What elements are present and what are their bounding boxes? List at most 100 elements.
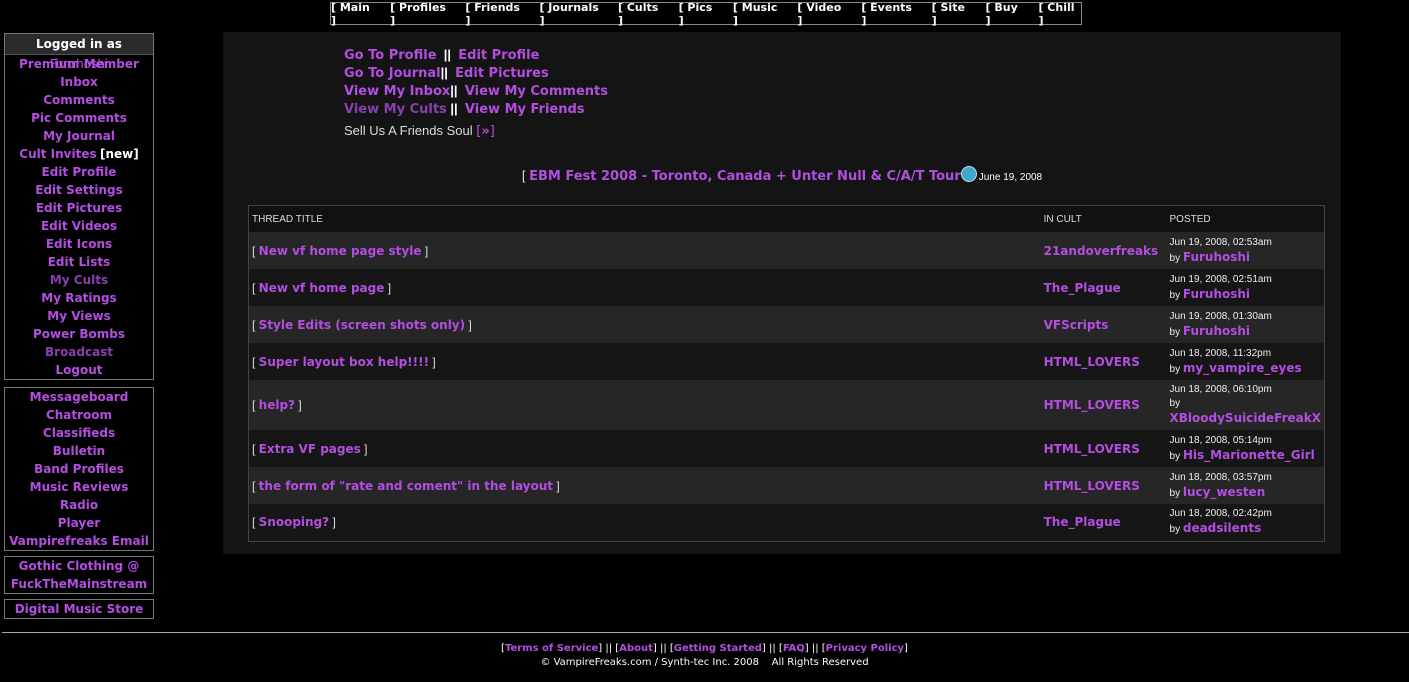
go-to-profile-link[interactable]: Go To Profile <box>344 48 437 63</box>
nav-pics[interactable]: [ Pics ] <box>679 1 719 27</box>
author-link[interactable]: His_Marionette_Girl <box>1183 448 1315 462</box>
table-row: [ New vf home page style ] 21andoverfrea… <box>248 232 1325 269</box>
sidebar-item-player[interactable]: Player <box>5 514 153 532</box>
post-date: Jun 18, 2008, 06:10pm <box>1169 384 1272 395</box>
author-link[interactable]: Furuhoshi <box>1183 324 1250 338</box>
sidebar-item-broadcast[interactable]: Broadcast <box>5 343 153 361</box>
author-link[interactable]: XBloodySuicideFreakX <box>1170 411 1321 425</box>
separator: || <box>450 101 458 116</box>
nav-site[interactable]: [ Site ] <box>932 1 972 27</box>
nav-video[interactable]: [ Video ] <box>797 1 847 27</box>
gothic-clothing-link[interactable]: Gothic Clothing @ <box>5 557 153 575</box>
sidebar-item-edit-settings[interactable]: Edit Settings <box>5 181 153 199</box>
nav-friends[interactable]: [ Friends ] <box>465 1 525 27</box>
cult-link[interactable]: HTML_LOVERS <box>1044 442 1140 456</box>
sell-soul-line: Sell Us A Friends Soul [»] <box>344 123 495 139</box>
news-title-link[interactable]: EBM Fest 2008 - Toronto, Canada + Unter … <box>529 169 961 184</box>
cult-link[interactable]: 21andoverfreaks <box>1044 244 1159 258</box>
sidebar-item-bulletin[interactable]: Bulletin <box>5 442 153 460</box>
footer-link-terms[interactable]: Terms of Service <box>505 643 598 654</box>
community-menu-box: Messageboard Chatroom Classifieds Bullet… <box>4 387 154 551</box>
view-cults-link[interactable]: View My Cults <box>344 102 447 117</box>
footer-link-getting-started[interactable]: Getting Started <box>674 643 762 654</box>
sidebar-item-radio[interactable]: Radio <box>5 496 153 514</box>
nav-main[interactable]: [ Main ] <box>331 1 376 27</box>
sidebar-item-edit-icons[interactable]: Edit Icons <box>5 235 153 253</box>
sidebar-item-my-cults[interactable]: My Cults <box>5 271 153 289</box>
edit-pictures-link[interactable]: Edit Pictures <box>455 66 549 81</box>
header-thread-title: THREAD TITLE <box>248 205 1041 232</box>
sidebar-item-vampirefreaks-email[interactable]: Vampirefreaks Email <box>5 532 153 550</box>
post-date: Jun 18, 2008, 03:57pm <box>1169 471 1272 483</box>
header-posted: POSTED <box>1166 205 1325 232</box>
view-comments-link[interactable]: View My Comments <box>465 84 608 99</box>
footer-link-faq[interactable]: FAQ <box>783 643 805 654</box>
footer-link-about[interactable]: About <box>619 643 653 654</box>
sidebar-item-logout[interactable]: Logout <box>5 361 153 379</box>
thread-title-link[interactable]: help? <box>259 398 295 412</box>
nav-cults[interactable]: [ Cults ] <box>618 1 665 27</box>
nav-music[interactable]: [ Music ] <box>733 1 784 27</box>
thread-title-link[interactable]: Extra VF pages <box>259 442 361 456</box>
sidebar-item-edit-pictures[interactable]: Edit Pictures <box>5 199 153 217</box>
sidebar-item-band-profiles[interactable]: Band Profiles <box>5 460 153 478</box>
sidebar-item-power-bombs[interactable]: Power Bombs <box>5 325 153 343</box>
separator: || <box>443 47 452 62</box>
author-link[interactable]: Furuhoshi <box>1183 250 1250 264</box>
sell-soul-arrow-link[interactable]: » <box>481 124 489 139</box>
by-label: by <box>1169 398 1181 409</box>
nav-events[interactable]: [ Events ] <box>861 1 917 27</box>
table-row: [ Snooping? ] The_Plague Jun 18, 2008, 0… <box>248 504 1325 541</box>
news-headline: [ EBM Fest 2008 - Toronto, Canada + Unte… <box>223 166 1341 184</box>
thread-title-link[interactable]: Style Edits (screen shots only) <box>259 318 465 332</box>
nav-buy[interactable]: [ Buy ] <box>986 1 1025 27</box>
thread-title-link[interactable]: Super layout box help!!!! <box>259 355 429 369</box>
sidebar-item-my-journal[interactable]: My Journal <box>5 127 153 145</box>
fuckthemainstream-link[interactable]: FuckTheMainstream <box>5 575 153 593</box>
sidebar-item-chatroom[interactable]: Chatroom <box>5 406 153 424</box>
cult-link[interactable]: HTML_LOVERS <box>1044 479 1140 493</box>
go-to-journal-link[interactable]: Go To Journal <box>344 66 441 81</box>
footer-links: [Terms of Service] || [About] || [Gettin… <box>501 643 908 654</box>
thread-title-link[interactable]: New vf home page <box>259 281 385 295</box>
sidebar-item-edit-lists[interactable]: Edit Lists <box>5 253 153 271</box>
thread-title-link[interactable]: New vf home page style <box>259 244 422 258</box>
cult-link[interactable]: The_Plague <box>1044 281 1121 295</box>
digital-music-store-link[interactable]: Digital Music Store <box>5 600 153 618</box>
sidebar-item-premium-member[interactable]: Premium Member <box>5 55 153 73</box>
edit-profile-link[interactable]: Edit Profile <box>458 48 539 63</box>
music-store-box: Digital Music Store <box>4 599 154 619</box>
sidebar-item-inbox[interactable]: Inbox <box>5 73 153 91</box>
thread-title-link[interactable]: Snooping? <box>259 515 329 529</box>
cult-link[interactable]: HTML_LOVERS <box>1044 398 1140 412</box>
sidebar-item-my-ratings[interactable]: My Ratings <box>5 289 153 307</box>
nav-journals[interactable]: [ Journals ] <box>539 1 604 27</box>
cult-link[interactable]: HTML_LOVERS <box>1044 355 1140 369</box>
nav-chill[interactable]: [ Chill ] <box>1038 1 1081 27</box>
sell-soul-text: Sell Us A Friends Soul <box>344 123 473 138</box>
header-in-cult: IN CULT <box>1040 205 1167 232</box>
sidebar-item-cult-invites[interactable]: Cult Invites <box>19 147 96 161</box>
view-friends-link[interactable]: View My Friends <box>465 102 585 117</box>
sidebar-item-comments[interactable]: Comments <box>5 91 153 109</box>
thread-title-link[interactable]: the form of "rate and coment" in the lay… <box>259 479 553 493</box>
cult-link[interactable]: The_Plague <box>1044 515 1121 529</box>
sidebar-item-edit-profile[interactable]: Edit Profile <box>5 163 153 181</box>
footer-link-privacy[interactable]: Privacy Policy <box>826 643 904 654</box>
author-link[interactable]: deadsilents <box>1183 521 1261 535</box>
post-date: Jun 18, 2008, 05:14pm <box>1169 434 1272 446</box>
author-link[interactable]: Furuhoshi <box>1183 287 1250 301</box>
sidebar-item-my-views[interactable]: My Views <box>5 307 153 325</box>
author-link[interactable]: lucy_westen <box>1183 485 1265 499</box>
sidebar-item-pic-comments[interactable]: Pic Comments <box>5 109 153 127</box>
nav-profiles[interactable]: [ Profiles ] <box>390 1 451 27</box>
table-row: [ Super layout box help!!!! ] HTML_LOVER… <box>248 343 1325 380</box>
author-link[interactable]: my_vampire_eyes <box>1183 361 1302 375</box>
sidebar-item-music-reviews[interactable]: Music Reviews <box>5 478 153 496</box>
cult-link[interactable]: VFScripts <box>1044 318 1109 332</box>
by-label: by <box>1169 524 1181 536</box>
sidebar-item-messageboard[interactable]: Messageboard <box>5 388 153 406</box>
sidebar-item-edit-videos[interactable]: Edit Videos <box>5 217 153 235</box>
sidebar-item-classifieds[interactable]: Classifieds <box>5 424 153 442</box>
view-inbox-link[interactable]: View My Inbox <box>344 84 450 99</box>
